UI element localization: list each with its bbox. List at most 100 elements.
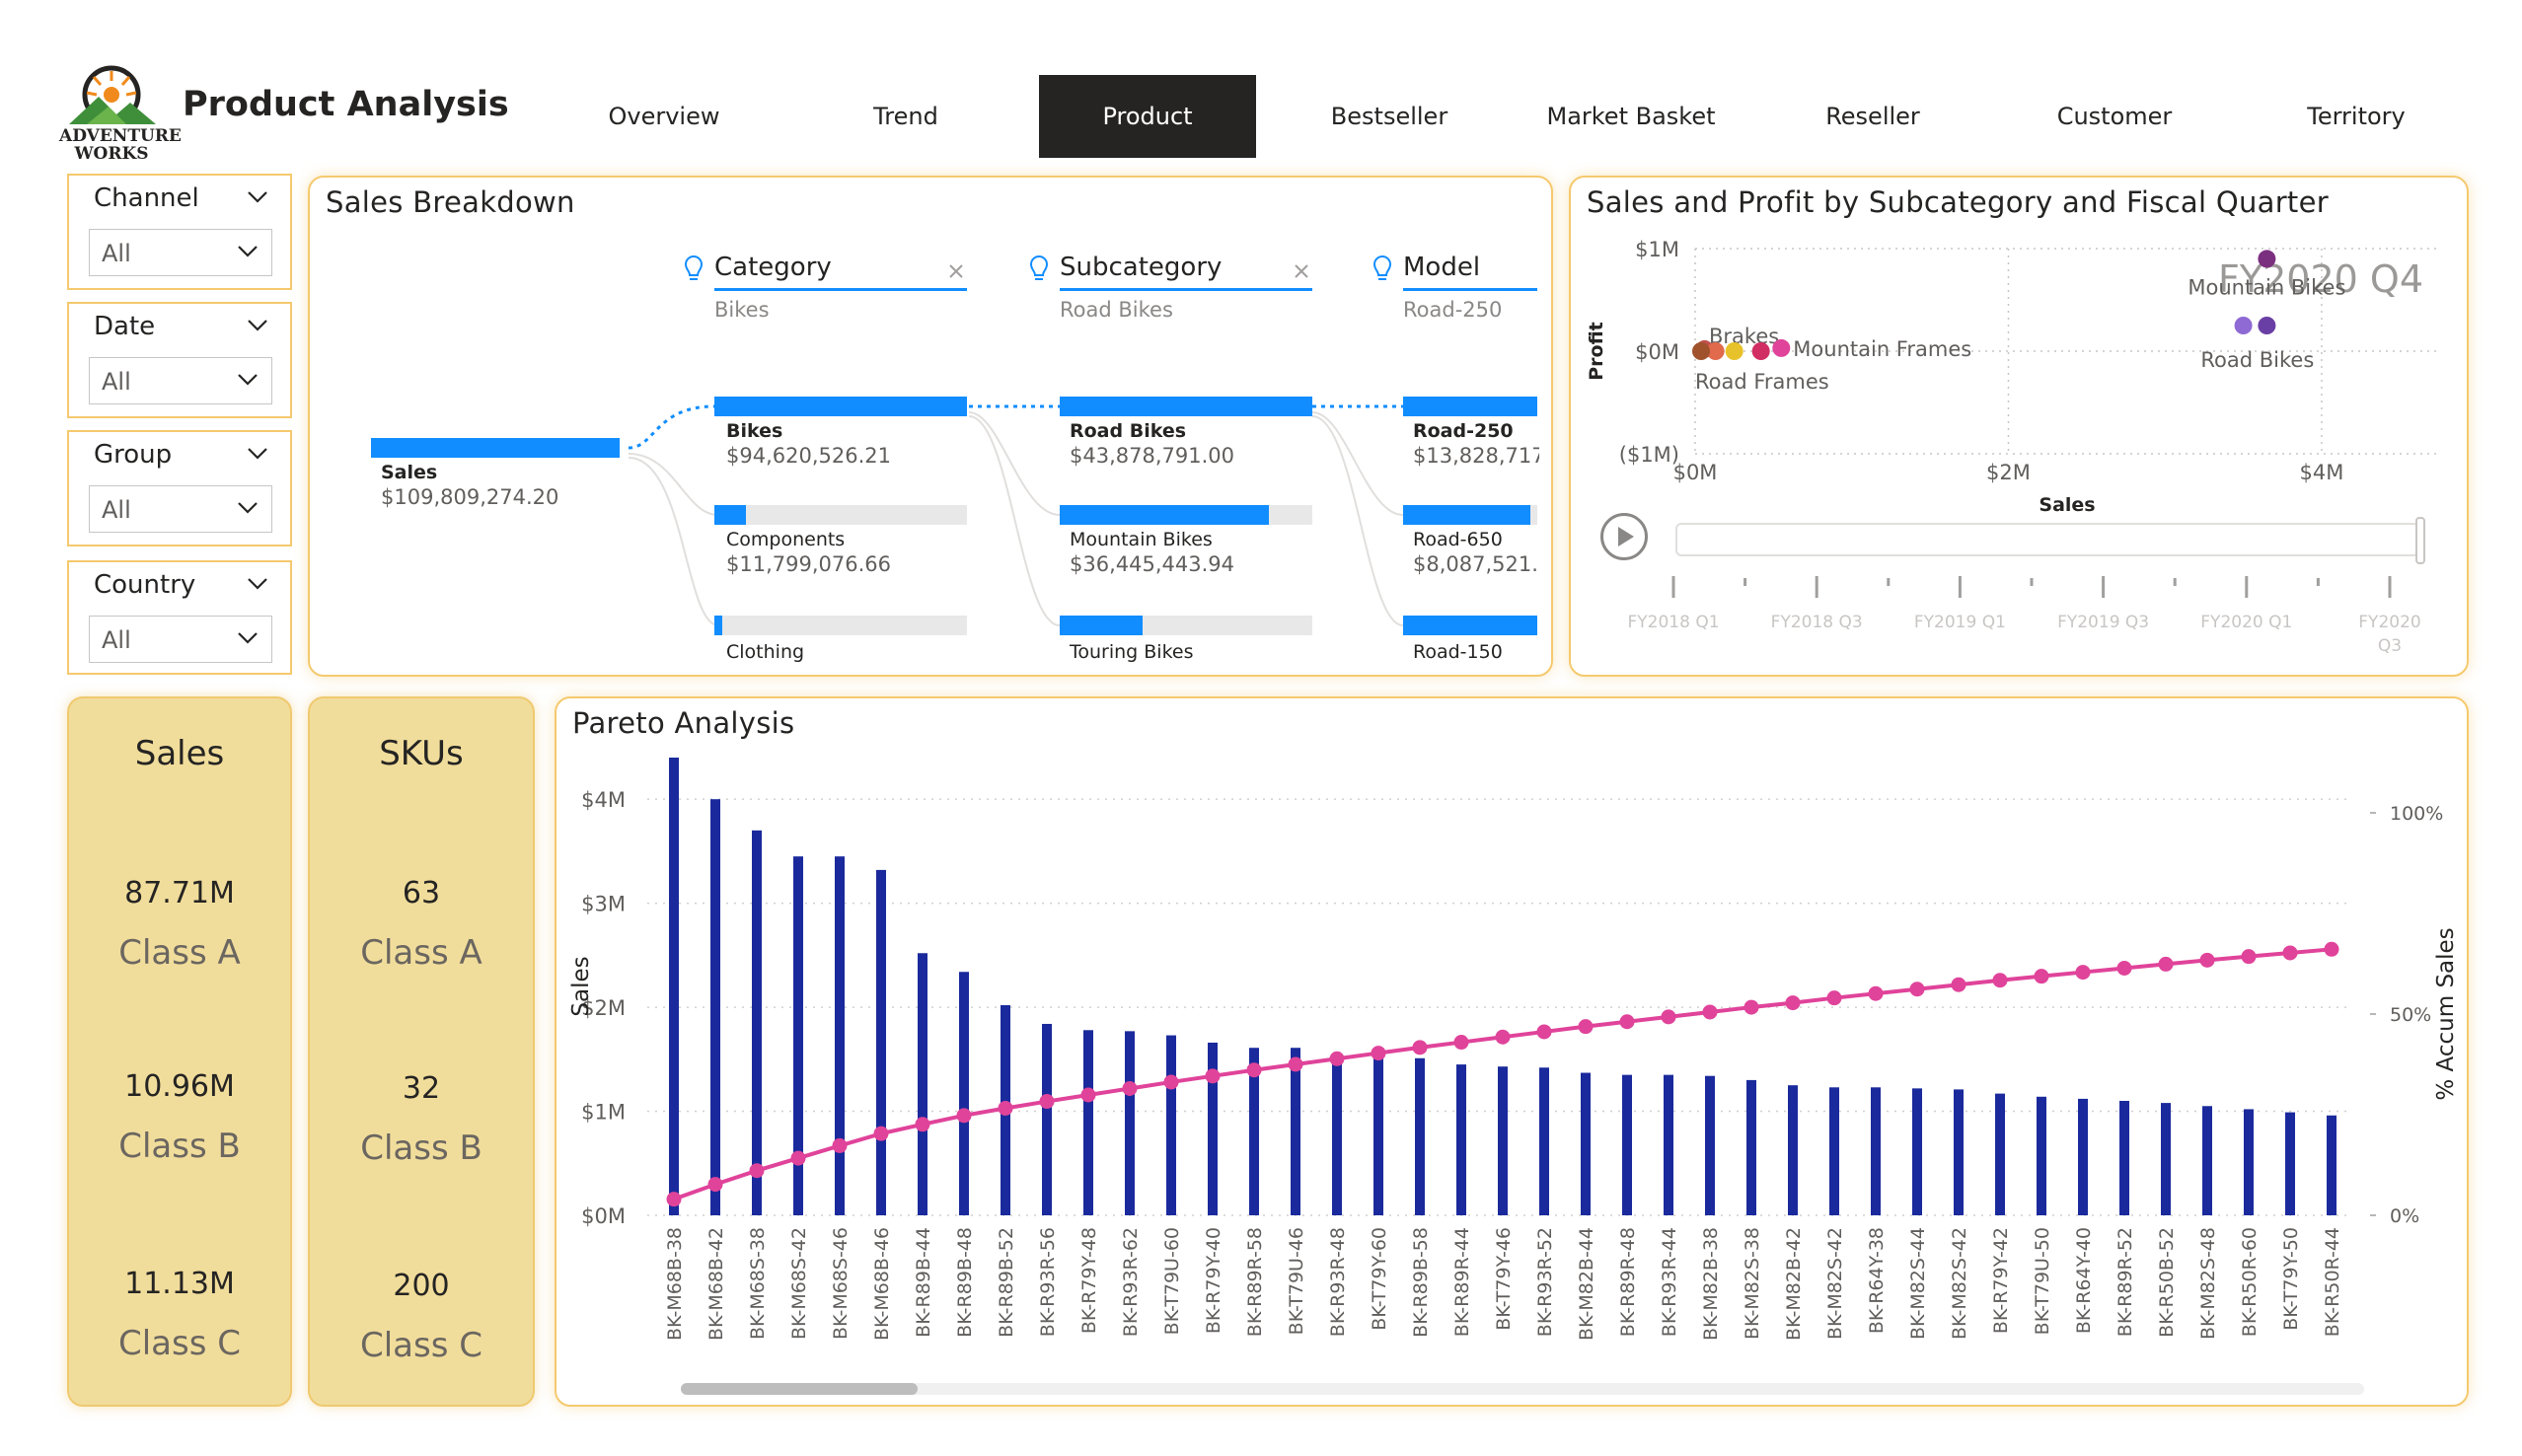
pareto-accum-point[interactable] [1619,1014,1635,1030]
pareto-accum-point[interactable] [1080,1087,1096,1103]
pareto-accum-point[interactable] [707,1177,723,1193]
node-bar[interactable] [1060,616,1312,635]
pareto-accum-point[interactable] [2199,952,2215,968]
pareto-bar[interactable] [752,830,762,1215]
scatter-point[interactable] [2258,317,2276,334]
scatter-point[interactable] [1772,338,1791,357]
pareto-bar[interactable] [1788,1085,1798,1215]
pareto-accum-point[interactable] [1909,982,1925,997]
pareto-bar[interactable] [1415,1057,1425,1215]
pareto-scrollbar-thumb[interactable] [681,1383,918,1395]
pareto-bar[interactable] [2161,1103,2171,1215]
pareto-bar[interactable] [1622,1074,1632,1215]
pareto-accum-point[interactable] [1702,1004,1718,1020]
tab-territory[interactable]: Territory [2248,75,2465,158]
tab-trend[interactable]: Trend [797,75,1014,158]
pareto-accum-point[interactable] [998,1100,1013,1116]
pareto-bar[interactable] [1539,1067,1549,1215]
pareto-bar[interactable] [1373,1056,1383,1215]
pareto-accum-point[interactable] [2324,941,2339,957]
node-bar[interactable] [1403,397,1537,416]
chevron-down-icon[interactable] [247,189,268,208]
pareto-bar[interactable] [1871,1087,1881,1215]
pareto-bar[interactable] [1954,1089,1964,1215]
pareto-accum-point[interactable] [1785,995,1801,1011]
pareto-bar[interactable] [1705,1075,1715,1215]
node-bar[interactable] [714,397,967,416]
node-bar[interactable] [1060,397,1312,416]
pareto-bar[interactable] [2244,1109,2254,1215]
pareto-bar[interactable] [1498,1066,1508,1215]
pareto-accum-point[interactable] [1122,1080,1138,1096]
pareto-accum-point[interactable] [1288,1056,1303,1072]
pareto-accum-point[interactable] [1163,1074,1179,1090]
chevron-down-icon[interactable] [247,446,268,465]
tab-market-basket[interactable]: Market Basket [1522,75,1740,158]
pareto-accum-point[interactable] [2075,965,2091,981]
pareto-bar[interactable] [2078,1098,2088,1215]
pareto-bar[interactable] [1208,1042,1218,1215]
level-category-header[interactable]: Category [714,253,832,282]
pareto-bar[interactable] [2327,1115,2337,1215]
country-dropdown[interactable]: All [89,616,272,663]
pareto-bar[interactable] [2119,1101,2129,1215]
pareto-accum-point[interactable] [1868,985,1884,1001]
group-dropdown[interactable]: All [89,485,272,533]
node-bar[interactable] [714,616,967,635]
lightbulb-icon[interactable] [1028,255,1050,288]
level-subcategory-header[interactable]: Subcategory [1060,253,1222,282]
lightbulb-icon[interactable] [683,255,705,288]
pareto-bar[interactable] [1042,1023,1052,1215]
pareto-bar[interactable] [835,856,845,1215]
lightbulb-icon[interactable] [1372,255,1393,288]
node-bar[interactable] [714,505,967,525]
pareto-bar[interactable] [1664,1074,1673,1215]
pareto-accum-point[interactable] [1826,990,1842,1006]
root-bar[interactable] [371,438,620,458]
date-dropdown[interactable]: All [89,357,272,404]
pareto-accum-point[interactable] [1743,999,1759,1015]
pareto-accum-point[interactable] [1412,1040,1428,1056]
pareto-bar[interactable] [1912,1088,1922,1215]
scatter-point[interactable] [2234,317,2253,334]
pareto-accum-point[interactable] [1951,977,1966,992]
pareto-accum-point[interactable] [1371,1046,1386,1061]
pareto-bar[interactable] [1332,1055,1342,1215]
pareto-accum-point[interactable] [2282,945,2298,961]
pareto-bar[interactable] [1083,1030,1093,1215]
pareto-bar[interactable] [710,799,720,1215]
pareto-accum-point[interactable] [1536,1024,1552,1040]
scatter-point[interactable] [1751,342,1770,360]
chevron-down-icon[interactable] [247,318,268,336]
pareto-accum-point[interactable] [2241,949,2257,965]
pareto-accum-point[interactable] [2158,956,2174,972]
scatter-point[interactable] [2258,250,2276,268]
pareto-accum-point[interactable] [956,1108,972,1124]
pareto-accum-point[interactable] [749,1163,765,1179]
pareto-bar[interactable] [669,758,679,1215]
pareto-bar[interactable] [2202,1106,2212,1215]
pareto-bar[interactable] [959,972,969,1215]
pareto-accum-point[interactable] [873,1126,889,1141]
play-axis-button[interactable] [1600,513,1648,560]
pareto-scrollbar-track[interactable] [681,1383,2364,1395]
tab-reseller[interactable]: Reseller [1764,75,1981,158]
pareto-accum-point[interactable] [1329,1051,1345,1066]
pareto-accum-point[interactable] [666,1192,682,1207]
tab-customer[interactable]: Customer [2006,75,2223,158]
pareto-accum-point[interactable] [2034,969,2049,984]
pareto-bar[interactable] [1995,1093,2005,1215]
level-model-header[interactable]: Model [1403,253,1480,282]
pareto-bar[interactable] [1125,1031,1135,1215]
pareto-bar[interactable] [1746,1079,1756,1215]
pareto-accum-point[interactable] [790,1150,806,1166]
pareto-accum-point[interactable] [1992,973,2008,988]
pareto-bar[interactable] [1581,1072,1591,1215]
tab-product[interactable]: Product [1039,75,1256,158]
scatter-point[interactable] [1692,342,1710,360]
pareto-accum-point[interactable] [2116,960,2132,976]
pareto-accum-point[interactable] [1578,1019,1594,1035]
node-bar[interactable] [1060,505,1312,525]
scatter-point[interactable] [1725,342,1743,360]
pareto-accum-point[interactable] [1495,1029,1511,1045]
